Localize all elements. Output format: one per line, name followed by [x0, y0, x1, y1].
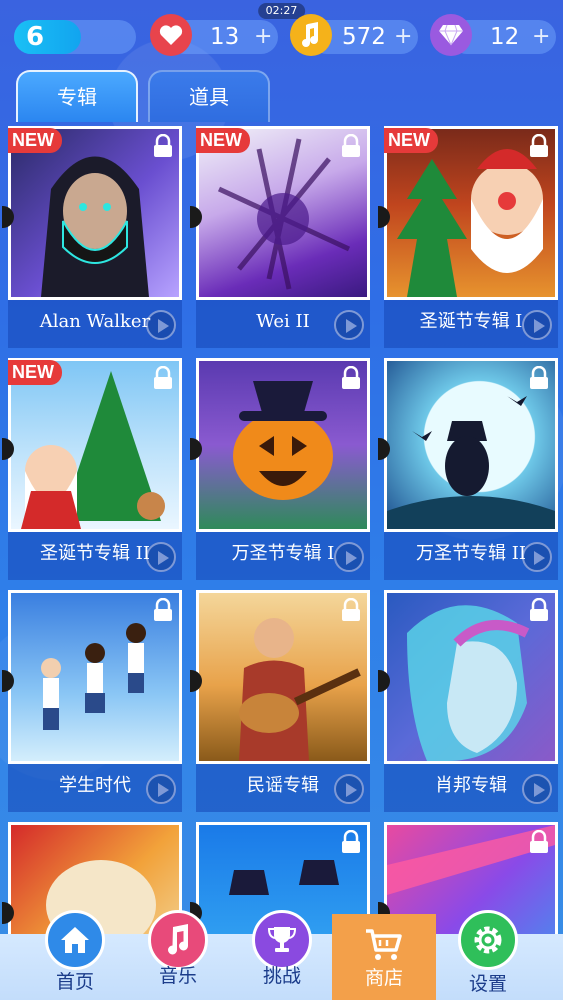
hearts-count: 13: [210, 24, 240, 50]
lock-icon: [154, 134, 172, 157]
album-card-wei-ii[interactable]: NEW Wei II: [190, 126, 370, 348]
lock-icon: [342, 366, 360, 389]
resource-bar: 6 13 + 572 + 12 +: [0, 14, 563, 58]
nav-shop[interactable]: 商店: [332, 914, 436, 1000]
album-title: Wei II: [196, 300, 370, 348]
lock-icon: [342, 598, 360, 621]
album-card-halloween-1[interactable]: 万圣节专辑 I: [190, 358, 370, 580]
level-progress-bar: 6: [14, 20, 136, 54]
album-card-christmas-1[interactable]: NEW 圣诞节专辑 I: [378, 126, 558, 348]
album-title: 圣诞节专辑 I: [384, 300, 558, 348]
home-icon: [45, 910, 105, 970]
lock-icon: [530, 830, 548, 853]
album-card-halloween-2[interactable]: 万圣节专辑 II: [378, 358, 558, 580]
album-title: 圣诞节专辑 II: [8, 532, 182, 580]
album-title: 肖邦专辑: [384, 764, 558, 812]
new-badge: NEW: [8, 128, 62, 153]
notes-add-button[interactable]: +: [394, 20, 412, 54]
album-title: 万圣节专辑 I: [196, 532, 370, 580]
album-card-folk[interactable]: 民谣专辑: [190, 590, 370, 812]
nav-settings[interactable]: 设置: [443, 910, 533, 1000]
nav-challenge-label: 挑战: [262, 965, 301, 987]
lock-icon: [342, 830, 360, 853]
tab-albums[interactable]: 专辑: [16, 70, 138, 122]
new-badge: NEW: [384, 128, 438, 153]
nav-home[interactable]: 首页: [30, 910, 120, 1000]
nav-settings-label: 设置: [468, 973, 507, 995]
hearts-add-button[interactable]: +: [254, 20, 272, 54]
nav-music-label: 音乐: [158, 965, 197, 987]
album-card-alan-walker[interactable]: NEW Alan Walker: [2, 126, 182, 348]
cart-icon: [364, 928, 402, 966]
lock-icon: [530, 366, 548, 389]
lock-icon: [530, 598, 548, 621]
album-card-school-days[interactable]: 学生时代: [2, 590, 182, 812]
nav-music[interactable]: 音乐: [133, 910, 223, 1000]
album-card-chopin[interactable]: 肖邦专辑: [378, 590, 558, 812]
lock-icon: [154, 598, 172, 621]
gem-icon: [430, 14, 472, 56]
notes-count: 572: [342, 24, 386, 50]
heart-icon: [150, 14, 192, 56]
album-title: 学生时代: [8, 764, 182, 812]
nav-challenge[interactable]: 挑战: [237, 910, 327, 1000]
gems-add-button[interactable]: +: [532, 20, 550, 54]
album-title: 民谣专辑: [196, 764, 370, 812]
nav-shop-label: 商店: [364, 967, 403, 989]
gear-icon: [458, 910, 518, 970]
gems-count: 12: [490, 24, 520, 50]
album-title: 万圣节专辑 II: [384, 532, 558, 580]
album-card-christmas-2[interactable]: NEW 圣诞节专辑 II: [2, 358, 182, 580]
level-number: 6: [25, 22, 45, 52]
lock-icon: [342, 134, 360, 157]
clock: 02:27: [257, 3, 306, 19]
music-note-icon: [290, 14, 332, 56]
lock-icon: [154, 366, 172, 389]
album-title: Alan Walker: [8, 300, 182, 348]
lock-icon: [530, 134, 548, 157]
nav-home-label: 首页: [55, 971, 94, 993]
new-badge: NEW: [196, 128, 250, 153]
tab-items[interactable]: 道具: [148, 70, 270, 122]
new-badge: NEW: [8, 360, 62, 385]
